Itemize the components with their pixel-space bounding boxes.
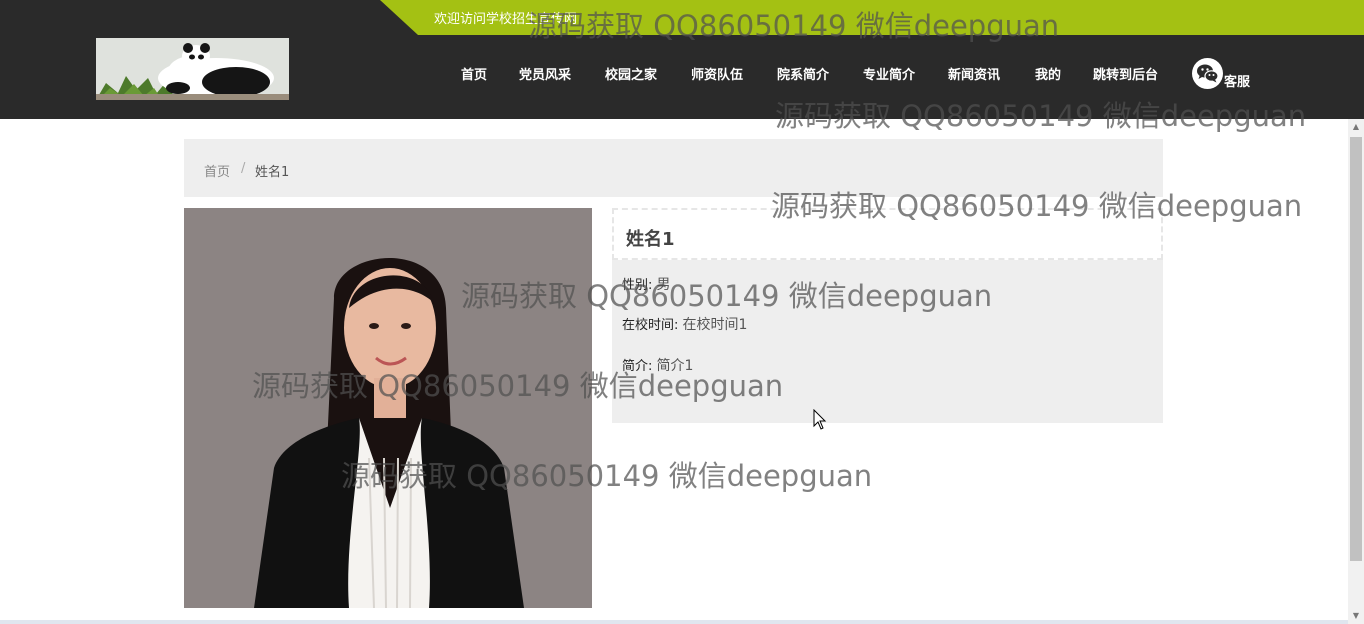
nav-party-members[interactable]: 党员风采 xyxy=(519,64,571,83)
field-intro-value: 简介1 xyxy=(656,358,694,374)
field-intro-label: 简介: xyxy=(622,359,653,374)
mouse-cursor-icon xyxy=(813,408,827,435)
nav-faculty[interactable]: 师资队伍 xyxy=(691,64,743,83)
scroll-up-arrow-icon[interactable]: ▲ xyxy=(1348,119,1364,135)
nav-departments[interactable]: 院系简介 xyxy=(777,64,829,83)
field-school-time-label: 在校时间: xyxy=(622,318,679,333)
taskbar-edge xyxy=(0,620,1348,624)
teacher-photo xyxy=(184,208,592,608)
breadcrumb-home-link[interactable]: 首页 xyxy=(204,161,230,180)
field-school-time-value: 在校时间1 xyxy=(682,317,748,333)
welcome-text: 欢迎访问学校招生宣传网 xyxy=(434,12,578,27)
nav-news[interactable]: 新闻资讯 xyxy=(948,64,1000,83)
site-header: 欢迎访问学校招生宣传网 首页 党员风采 校园之家 师资队伍 院系简介 专业简介 … xyxy=(0,0,1364,119)
scrollbar-thumb[interactable] xyxy=(1350,137,1362,561)
breadcrumb-current: 姓名1 xyxy=(255,165,290,180)
field-gender: 性别: 男 xyxy=(622,274,671,294)
panda-logo[interactable] xyxy=(96,38,289,100)
nav-campus[interactable]: 校园之家 xyxy=(605,64,657,83)
wechat-icon xyxy=(1192,58,1223,89)
field-intro: 简介: 简介1 xyxy=(622,355,693,375)
detail-info-panel: 性别: 男 在校时间: 在校时间1 简介: 简介1 xyxy=(612,260,1163,423)
detail-title-box: 姓名1 xyxy=(612,208,1163,260)
breadcrumb: 首页 / 姓名1 xyxy=(184,139,1163,197)
customer-service-label: 客服 xyxy=(1224,75,1251,90)
field-gender-value: 男 xyxy=(656,277,671,293)
nav-home[interactable]: 首页 xyxy=(461,64,487,83)
vertical-scrollbar[interactable]: ▲ ▼ xyxy=(1348,119,1364,624)
field-school-time: 在校时间: 在校时间1 xyxy=(622,314,747,334)
breadcrumb-separator: / xyxy=(241,161,246,176)
scroll-down-arrow-icon[interactable]: ▼ xyxy=(1348,608,1364,624)
nav-mine[interactable]: 我的 xyxy=(1035,64,1061,83)
nav-majors[interactable]: 专业简介 xyxy=(863,64,915,83)
detail-name: 姓名1 xyxy=(626,229,675,250)
field-gender-label: 性别: xyxy=(622,278,653,293)
nav-admin[interactable]: 跳转到后台 xyxy=(1093,64,1158,83)
